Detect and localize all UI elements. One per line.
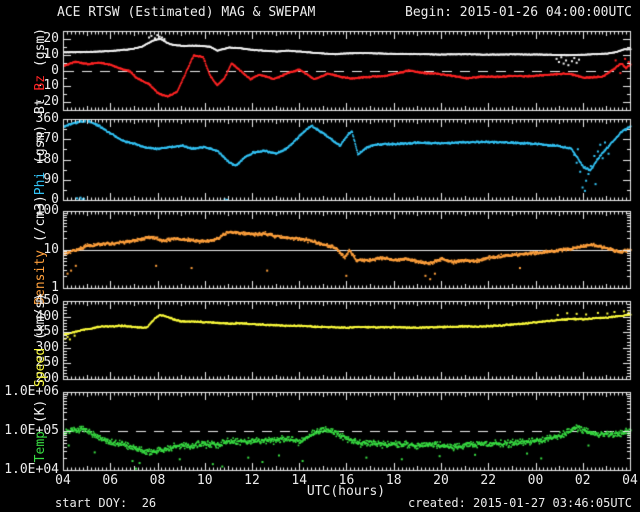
x-tick-label: 22: [480, 473, 497, 488]
y-axis-title-part: Speed: [33, 340, 48, 387]
x-tick-label: 20: [433, 473, 449, 488]
panel-speed-y-axis-title: Speed (km/s): [33, 293, 48, 387]
created-timestamp: created: 2015-01-27 03:46:05UTC: [408, 496, 632, 510]
start-doy-label: start DOY: 26: [55, 496, 157, 510]
panel-phi-y-axis-title: Phi (gsm): [33, 124, 48, 195]
x-tick-label: 00: [527, 473, 544, 488]
x-axis-title: UTC(hours): [306, 484, 386, 499]
x-tick-label: 12: [244, 473, 260, 488]
x-tick-label: 06: [102, 473, 119, 488]
axis-labels-layer: 20 10 0 -10 -20 Bt Bz (gsm) 360 270 180 90 0 Phi (g…: [0, 0, 640, 512]
y-axis-title-part: (K): [33, 399, 48, 424]
y-axis-title-part: (km/s): [33, 293, 48, 340]
y-axis-title-part: Bz: [33, 66, 48, 91]
x-tick-label: 10: [196, 473, 213, 488]
y-axis-title-part: (gsm): [33, 124, 48, 164]
panel-density-y-axis-title: Density (/cm3): [33, 194, 48, 305]
y-tick-label: 1.0E+04: [4, 462, 59, 477]
x-tick-label: 18: [385, 473, 402, 488]
y-tick-label: 1.0E+06: [4, 384, 59, 399]
y-tick-label: 0: [51, 62, 59, 78]
panel-temp-y-axis-title: Temp (K): [33, 399, 48, 463]
x-tick-label: 04: [55, 473, 71, 488]
y-tick-label: 1.0E+05: [4, 423, 59, 438]
panel-bt-bz-y-axis-title: Bt Bz (gsm): [33, 27, 48, 113]
y-axis-title-part: (gsm): [33, 27, 48, 67]
x-tick-label: 14: [291, 473, 308, 488]
x-tick-label: 02: [574, 473, 591, 488]
x-tick-label: 08: [149, 473, 166, 488]
ace-rtsw-plot-window: ACE RTSW (Estimated) MAG & SWEPAM Begin:…: [0, 0, 640, 512]
y-axis-title-part: Temp: [33, 423, 48, 463]
x-tick-label: 04: [622, 473, 638, 488]
y-axis-title-part: Phi: [33, 163, 48, 195]
y-axis-title-part: (/cm3): [33, 194, 48, 242]
